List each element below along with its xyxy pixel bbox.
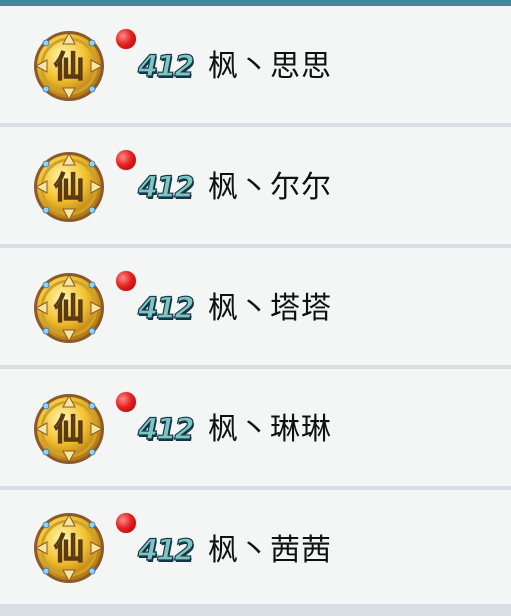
badge-char: 仙	[54, 171, 84, 206]
friend-row[interactable]: 仙 412 枫丶塔塔	[0, 248, 511, 369]
badge-char: 仙	[54, 50, 84, 85]
xian-gold-badge-icon: 仙	[32, 29, 106, 103]
friend-row[interactable]: 仙 412 枫丶尔尔	[0, 127, 511, 248]
friend-level: 412	[137, 533, 195, 567]
friend-name: 枫丶塔塔	[208, 291, 332, 326]
online-status-dot	[116, 29, 136, 49]
friend-name: 枫丶琳琳	[208, 412, 332, 447]
friend-name: 枫丶思思	[208, 49, 332, 84]
online-status-dot	[116, 513, 136, 533]
online-status-dot	[116, 271, 136, 291]
badge-char: 仙	[54, 292, 84, 327]
friend-name: 枫丶茜茜	[208, 533, 332, 568]
friend-level: 412	[137, 291, 195, 325]
badge-char: 仙	[54, 532, 84, 567]
friend-level: 412	[137, 49, 195, 83]
xian-gold-badge-icon: 仙	[32, 271, 106, 345]
friend-name: 枫丶尔尔	[208, 170, 332, 205]
xian-gold-badge-icon: 仙	[32, 511, 106, 585]
badge-char: 仙	[54, 413, 84, 448]
friend-level: 412	[137, 412, 195, 446]
xian-gold-badge-icon: 仙	[32, 150, 106, 224]
online-status-dot	[116, 392, 136, 412]
online-status-dot	[116, 150, 136, 170]
friend-row[interactable]: 仙 412 枫丶思思	[0, 6, 511, 127]
friend-row[interactable]: 仙 412 枫丶茜茜	[0, 490, 511, 608]
xian-gold-badge-icon: 仙	[32, 392, 106, 466]
friend-list: 仙 412 枫丶思思 仙 412 枫丶尔尔 仙 412 枫丶塔塔 仙 412 枫…	[0, 6, 511, 608]
friend-level: 412	[137, 170, 195, 204]
friend-row[interactable]: 仙 412 枫丶琳琳	[0, 369, 511, 490]
